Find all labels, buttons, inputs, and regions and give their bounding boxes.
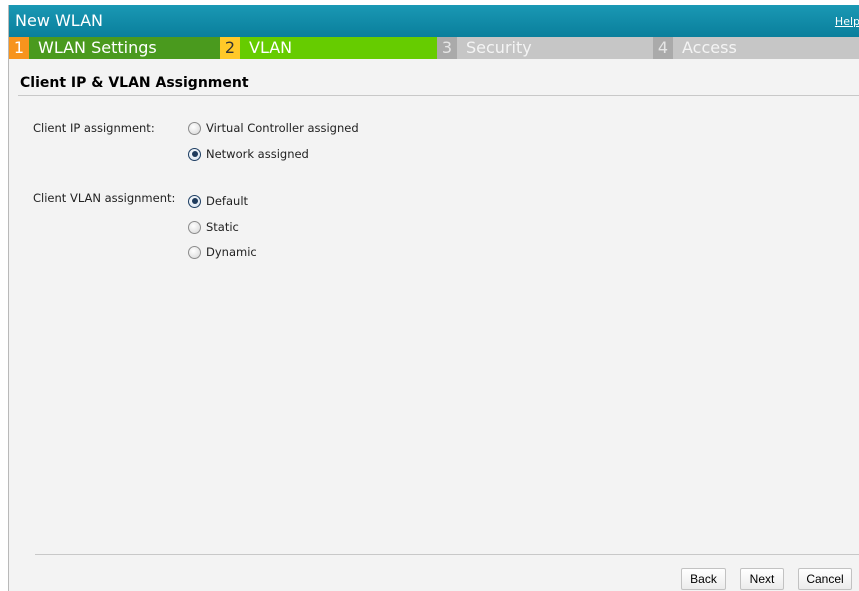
step-label: VLAN (240, 37, 437, 59)
radio-label: Static (206, 220, 239, 234)
radio-vlan-default[interactable]: Default (188, 193, 248, 209)
step-label: WLAN Settings (29, 37, 220, 59)
new-wlan-dialog: New WLAN Help 1 WLAN Settings 2 VLAN 3 S… (8, 5, 859, 591)
radio-label: Network assigned (206, 147, 309, 161)
step-vlan[interactable]: 2 VLAN (220, 37, 437, 59)
help-link[interactable]: Help (835, 15, 859, 28)
title-bar: New WLAN Help (9, 5, 859, 37)
dialog-title: New WLAN (15, 11, 103, 30)
radio-vlan-static[interactable]: Static (188, 219, 239, 235)
radio-button-selected-icon (188, 194, 201, 208)
radio-label: Virtual Controller assigned (206, 121, 359, 135)
step-wlan-settings[interactable]: 1 WLAN Settings (9, 37, 220, 59)
section-divider (18, 95, 859, 96)
step-label: Access (673, 37, 859, 59)
step-number: 1 (9, 37, 29, 59)
radio-virtual-controller-assigned[interactable]: Virtual Controller assigned (188, 120, 359, 136)
step-access[interactable]: 4 Access (653, 37, 859, 59)
step-number: 2 (220, 37, 240, 59)
step-number: 4 (653, 37, 673, 59)
client-ip-assignment-label: Client IP assignment: (33, 121, 155, 135)
radio-label: Dynamic (206, 245, 257, 259)
radio-button-icon (188, 121, 201, 135)
next-button[interactable]: Next (740, 568, 784, 590)
radio-label: Default (206, 194, 249, 208)
radio-button-icon (188, 245, 201, 259)
client-vlan-assignment-label: Client VLAN assignment: (33, 191, 176, 205)
radio-button-icon (188, 220, 201, 234)
back-button[interactable]: Back (681, 568, 726, 590)
wizard-steps: 1 WLAN Settings 2 VLAN 3 Security 4 Acce… (9, 37, 859, 59)
radio-network-assigned[interactable]: Network assigned (188, 146, 309, 162)
cancel-button[interactable]: Cancel (798, 568, 852, 590)
step-number: 3 (437, 37, 457, 59)
footer-divider (35, 554, 859, 555)
radio-vlan-dynamic[interactable]: Dynamic (188, 244, 257, 260)
step-security[interactable]: 3 Security (437, 37, 653, 59)
step-label: Security (457, 37, 653, 59)
section-title: Client IP & VLAN Assignment (20, 75, 249, 91)
radio-button-selected-icon (188, 147, 201, 161)
